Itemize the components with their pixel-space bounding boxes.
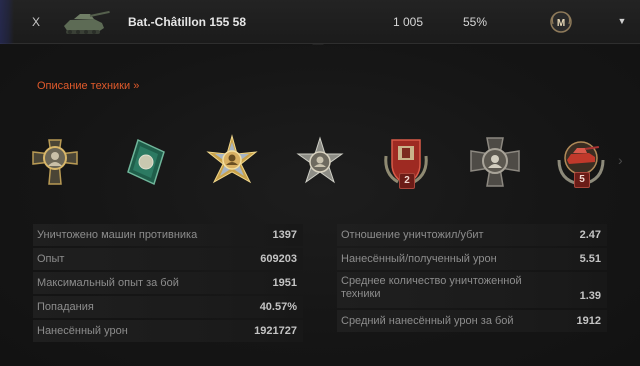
medal-count-badge: 2 bbox=[399, 173, 415, 189]
win-rate: 55% bbox=[463, 15, 488, 29]
mastery-letter: M bbox=[557, 18, 565, 29]
stat-value: 1397 bbox=[272, 229, 297, 241]
stat-row: Отношение уничтожил/убит 2.47 bbox=[337, 224, 607, 246]
vehicle-description-link[interactable]: Описание техники » bbox=[37, 80, 139, 92]
stat-row: Среднее количество уничтоженной техники … bbox=[337, 272, 607, 308]
stat-row: Нанесённый/полученный урон 5.51 bbox=[337, 248, 607, 270]
stat-row: Нанесённый урон 1921727 bbox=[33, 320, 303, 342]
gold-star-medal-icon[interactable] bbox=[204, 134, 260, 190]
stat-value: 609203 bbox=[260, 253, 297, 265]
stat-row: Средний нанесённый урон за бой 1912 bbox=[337, 310, 607, 332]
chevron-right-icon[interactable]: › bbox=[618, 152, 623, 168]
stat-value: 1.39 bbox=[579, 290, 601, 302]
stats-left-column: Уничтожено машин противника 1397 Опыт 60… bbox=[33, 224, 303, 344]
stat-value: 2.47 bbox=[579, 229, 601, 241]
stats-right-column: Отношение уничтожил/убит 2.47 Нанесённый… bbox=[337, 224, 607, 334]
stat-value: 5.51 bbox=[579, 253, 601, 265]
green-badge-medal-icon[interactable] bbox=[118, 134, 174, 190]
battles-count: 1 005 bbox=[393, 15, 424, 29]
tier-label: X bbox=[32, 15, 41, 29]
stat-value: 1951 bbox=[272, 277, 297, 289]
medal-count-badge: 5 bbox=[574, 172, 590, 188]
chevron-down-icon[interactable]: ▼ bbox=[615, 14, 629, 28]
stat-label: Нанесённый урон bbox=[37, 325, 128, 337]
stat-label: Уничтожено машин противника bbox=[37, 229, 198, 241]
stat-value: 40.57% bbox=[259, 301, 297, 313]
stat-row: Опыт 609203 bbox=[33, 248, 303, 270]
mastery-badge-icon: M bbox=[549, 10, 573, 34]
tank-icon bbox=[56, 6, 112, 38]
stat-label: Попадания bbox=[37, 301, 94, 313]
stat-label: Отношение уничтожил/убит bbox=[341, 229, 484, 241]
tank-name: Bat.-Châtillon 155 58 bbox=[128, 15, 247, 29]
stat-row: Уничтожено машин противника 1397 bbox=[33, 224, 303, 246]
nation-flag bbox=[0, 0, 14, 44]
bronze-cross-medal-icon[interactable] bbox=[467, 134, 523, 190]
cross-medal-icon[interactable] bbox=[27, 134, 83, 190]
silver-star-medal-icon[interactable] bbox=[292, 134, 348, 190]
stat-label: Опыт bbox=[37, 253, 65, 265]
stat-value: 1912 bbox=[576, 315, 601, 327]
stat-row: Максимальный опыт за бой 1951 bbox=[33, 272, 303, 294]
stat-row: Попадания 40.57% bbox=[33, 296, 303, 318]
stat-label: Среднее количество уничтоженной техники bbox=[341, 275, 522, 300]
stat-label: Нанесённый/полученный урон bbox=[341, 253, 497, 265]
vehicle-row-header[interactable]: X Bat.-Châtillon 155 58 1 005 55% M ▼ bbox=[0, 0, 640, 44]
stat-value: 1921727 bbox=[254, 325, 297, 337]
stat-label: Средний нанесённый урон за бой bbox=[341, 315, 514, 327]
stat-label: Максимальный опыт за бой bbox=[37, 277, 179, 289]
